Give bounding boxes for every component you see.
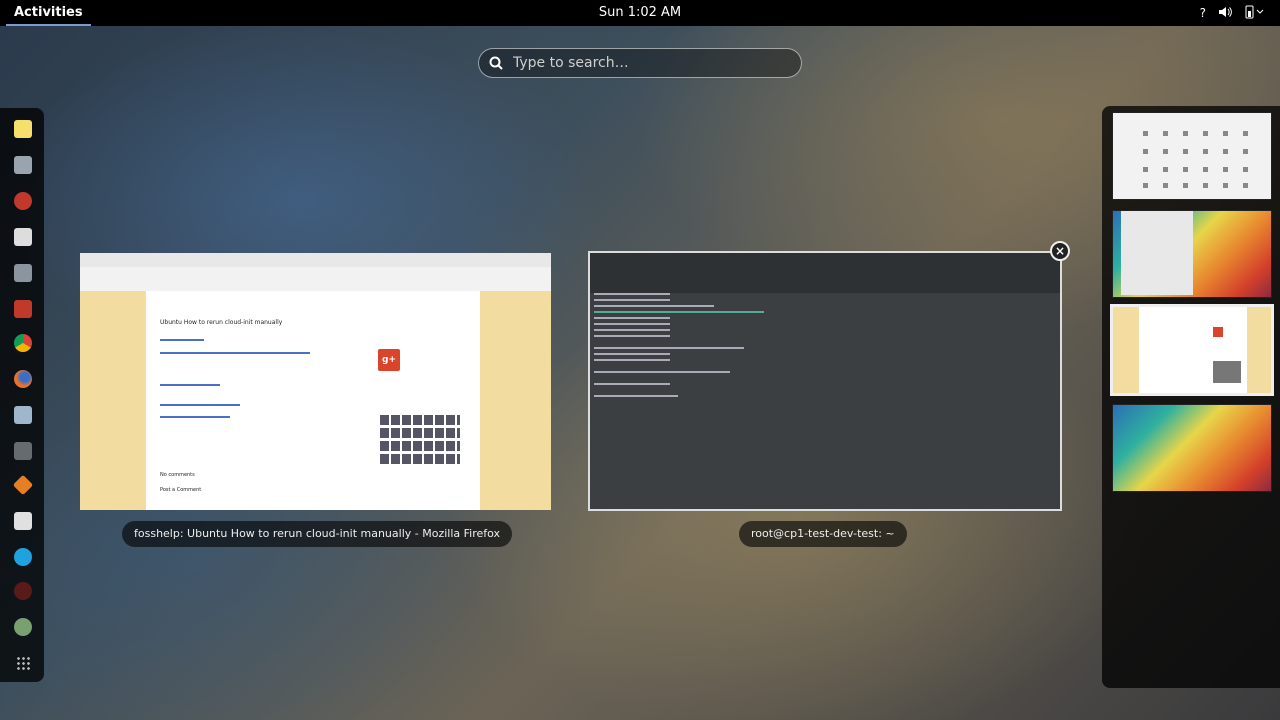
terminal-output-line [594, 371, 730, 373]
terminal-output-line [594, 329, 670, 331]
workspace-switcher [1102, 106, 1280, 688]
notes-icon[interactable] [14, 120, 32, 138]
multimedia-icon[interactable] [14, 192, 32, 210]
power-icon[interactable] [1244, 5, 1266, 22]
link-line [160, 404, 240, 406]
firefox-window-thumbnail[interactable]: Ubuntu How to rerun cloud-init manually … [80, 253, 551, 510]
terminal-output-line [594, 299, 670, 301]
show-applications-icon[interactable] [16, 656, 30, 670]
terminal-window-thumbnail[interactable] [588, 251, 1062, 511]
screenshot-icon[interactable] [14, 264, 32, 282]
calculator-icon[interactable] [14, 406, 32, 424]
terminal-output-line [594, 305, 714, 307]
window-preview [1213, 327, 1223, 337]
terminal-output-line [594, 293, 670, 295]
app-grid-preview-icon [1113, 113, 1271, 199]
help-icon[interactable]: ? [1200, 6, 1206, 20]
activities-button[interactable]: Activities [6, 0, 91, 26]
google-plus-icon: g+ [378, 349, 400, 371]
top-bar: Activities Sun 1:02 AM ? [0, 0, 1280, 26]
files-icon[interactable] [14, 156, 32, 174]
terminal-output-line [594, 347, 744, 349]
page-right-margin [480, 291, 551, 510]
workspace-2[interactable] [1112, 210, 1272, 298]
browser-url-bar [80, 267, 551, 292]
text-editor-icon[interactable] [14, 228, 32, 246]
workspace-4[interactable] [1112, 404, 1272, 492]
followers-grid [380, 415, 460, 467]
terminal-window-caption: root@cp1-test-dev-test: ~ [739, 521, 907, 547]
fox-icon[interactable] [14, 618, 32, 636]
firefox-icon[interactable] [14, 370, 32, 388]
close-window-button[interactable]: × [1050, 241, 1070, 261]
system-tray: ? [1200, 0, 1266, 26]
terminal-output-line [594, 383, 670, 385]
speaker-icon[interactable] [1218, 6, 1232, 21]
search-icon [489, 56, 503, 70]
workspace-1[interactable] [1112, 112, 1272, 200]
terminal-output-line [594, 317, 670, 319]
terminal-output-line [594, 335, 670, 337]
firefox-window-caption: fosshelp: Ubuntu How to rerun cloud-init… [122, 521, 513, 547]
terminal-output-line [594, 323, 670, 325]
search-box[interactable] [478, 48, 802, 78]
dash [0, 108, 44, 682]
comments-label: No comments [160, 472, 195, 478]
post-comment-label: Post a Comment [160, 487, 202, 493]
clock-label[interactable]: Sun 1:02 AM [599, 5, 681, 20]
workspace-3[interactable] [1110, 304, 1274, 396]
search-input[interactable] [511, 54, 785, 72]
terminal-tab-bar [590, 253, 1060, 293]
clock: Sun 1:02 AM [0, 0, 1280, 26]
dark-app-icon[interactable] [14, 582, 32, 600]
window-preview [1213, 361, 1241, 383]
document-icon[interactable] [14, 512, 32, 530]
window-preview [1113, 307, 1139, 393]
terminal-icon[interactable] [14, 442, 32, 460]
terminal-output-line [594, 311, 764, 313]
link-line [160, 352, 310, 354]
terminal-output-line [594, 359, 670, 361]
package-icon[interactable] [12, 474, 34, 496]
terminal-output-line [594, 353, 670, 355]
blog-post-title: Ubuntu How to rerun cloud-init manually [160, 319, 283, 326]
link-line [160, 416, 230, 418]
chrome-icon[interactable] [14, 334, 32, 352]
terminal-output-line [594, 395, 678, 397]
browser-tab-bar [80, 253, 551, 268]
presentation-icon[interactable] [14, 300, 32, 318]
window-preview [1121, 211, 1193, 295]
window-preview [1247, 307, 1271, 393]
link-line [160, 384, 220, 386]
skype-icon[interactable] [14, 548, 32, 566]
link-line [160, 339, 204, 341]
page-left-margin [80, 291, 146, 510]
